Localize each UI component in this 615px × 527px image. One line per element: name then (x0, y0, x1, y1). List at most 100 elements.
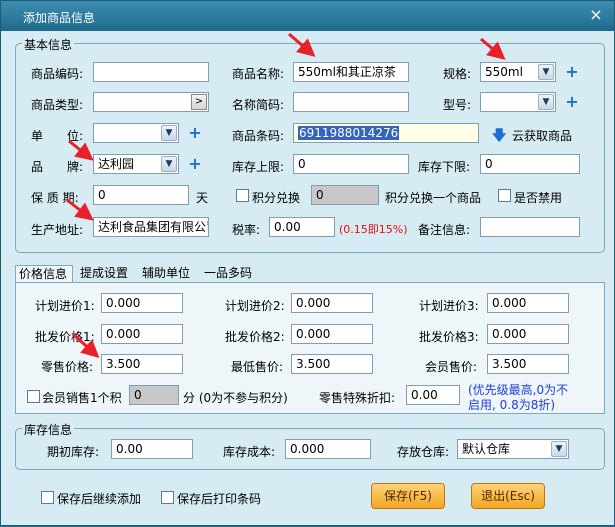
warehouse-select[interactable]: 默认仓库 ▼ (457, 439, 569, 459)
save-button[interactable]: 保存(F5) (371, 483, 445, 509)
spec-label: 规格: (443, 67, 472, 81)
brand-value: 达利园 (98, 157, 135, 171)
spec-select[interactable]: 550ml ▼ (480, 62, 556, 82)
member-price-input[interactable]: 3.500 (487, 354, 569, 374)
points-checkbox[interactable] (236, 189, 249, 202)
short-code-input[interactable] (293, 92, 409, 112)
name-input[interactable]: 550ml和其正凉茶 (293, 62, 409, 82)
shelf-life-unit: 天 (196, 191, 209, 205)
print-barcode-label: 保存后打印条码 (177, 492, 262, 506)
model-select[interactable]: ▼ (480, 92, 556, 112)
chevron-down-icon[interactable]: ▼ (551, 441, 567, 457)
barcode-label: 商品条码: (232, 129, 285, 143)
print-barcode-checkbox[interactable] (161, 491, 174, 504)
tab-multi-code[interactable]: 一品多码 (201, 265, 259, 283)
discount-note-line1: (优先级最高,0为不 (468, 383, 569, 397)
spec-value: 550ml (485, 65, 523, 79)
retail-price-label: 零售价格: (41, 360, 94, 374)
warehouse-label: 存放仓库: (397, 445, 450, 459)
wholesale1-label: 批发价格1: (35, 330, 95, 344)
wholesale3-input[interactable]: 0.000 (487, 324, 569, 344)
stock-cost-input[interactable]: 0.000 (285, 439, 371, 459)
add-model-icon[interactable]: + (565, 94, 579, 110)
member-price-label: 会员售价: (425, 360, 478, 374)
member-points-suffix: 分 (0为不参与积分) (183, 391, 288, 405)
wholesale2-input[interactable]: 0.000 (291, 324, 373, 344)
short-code-label: 名称简码: (232, 98, 285, 112)
chevron-down-icon[interactable]: ▼ (538, 94, 554, 110)
unit-label: 单 位: (31, 129, 84, 143)
dialog-window: 添加商品信息 × 基本信息 商品编码: 商品名称: 550ml和其正凉茶 规格:… (0, 0, 615, 526)
address-input[interactable]: 达利食品集团有限公司 (93, 217, 209, 237)
title-bar: 添加商品信息 × (1, 1, 614, 31)
stock-upper-input[interactable]: 0 (293, 154, 409, 174)
close-icon[interactable]: × (586, 5, 606, 25)
wholesale3-label: 批发价格3: (419, 330, 479, 344)
init-stock-input[interactable]: 0.00 (111, 439, 193, 459)
retail-price-input[interactable]: 3.500 (101, 354, 183, 374)
brand-select[interactable]: 达利园 ▼ (93, 154, 179, 174)
continue-add-label: 保存后继续添加 (57, 492, 142, 506)
unit-select[interactable]: ▼ (93, 123, 179, 143)
add-brand-icon[interactable]: + (188, 156, 202, 172)
member-points-checkbox[interactable] (27, 390, 40, 403)
exit-button[interactable]: 退出(Esc) (471, 483, 545, 509)
points-suffix: 积分兑换一个商品 (385, 191, 482, 205)
type-label: 商品类型: (31, 98, 84, 112)
model-label: 型号: (443, 98, 472, 112)
points-input[interactable]: 0 (311, 185, 379, 205)
continue-add-checkbox[interactable] (41, 491, 54, 504)
barcode-value: 6911988014276 (298, 126, 400, 140)
cloud-fetch-button[interactable]: 🡇 (492, 125, 506, 149)
address-label: 生产地址: (31, 223, 84, 237)
chevron-down-icon[interactable]: ▼ (538, 64, 554, 80)
plan-price2-label: 计划进价2: (225, 299, 285, 313)
add-unit-icon[interactable]: + (188, 125, 202, 141)
points-label: 积分兑换 (252, 191, 301, 205)
plan-price3-input[interactable]: 0.000 (487, 293, 569, 313)
basic-info-title: 基本信息 (22, 36, 75, 53)
barcode-input[interactable]: 6911988014276 (293, 123, 479, 143)
name-label: 商品名称: (232, 67, 285, 81)
disabled-checkbox[interactable] (498, 189, 511, 202)
wholesale2-label: 批发价格2: (225, 330, 285, 344)
code-label: 商品编码: (31, 67, 84, 81)
tab-commission[interactable]: 提成设置 (77, 265, 135, 283)
brand-label: 品 牌: (31, 160, 84, 174)
type-input[interactable]: > (93, 92, 209, 112)
chevron-down-icon[interactable]: ▼ (161, 125, 177, 141)
cloud-fetch-label[interactable]: 云获取商品 (512, 127, 572, 144)
shelf-life-label: 保 质 期: (31, 191, 79, 205)
tax-label: 税率: (232, 223, 261, 237)
tax-input[interactable]: 0.00 (269, 217, 335, 237)
discount-label: 零售特殊折扣: (319, 391, 396, 405)
plan-price2-input[interactable]: 0.000 (291, 293, 373, 313)
discount-input[interactable]: 0.00 (406, 385, 460, 405)
member-points-label: 会员销售1个积 (42, 391, 122, 405)
disabled-label: 是否禁用 (514, 191, 563, 205)
stock-upper-label: 库存上限: (232, 160, 285, 174)
discount-note-line2: 启用, 0.8为8折) (468, 398, 556, 412)
tab-aux-unit[interactable]: 辅助单位 (139, 265, 197, 283)
plan-price1-input[interactable]: 0.000 (101, 293, 183, 313)
remark-label: 备注信息: (418, 223, 471, 237)
remark-input[interactable] (480, 217, 580, 237)
down-arrow-icon: 🡇 (492, 128, 507, 144)
member-points-input[interactable]: 0 (129, 385, 179, 405)
warehouse-value: 默认仓库 (462, 442, 511, 456)
min-price-label: 最低售价: (231, 360, 284, 374)
wholesale1-input[interactable]: 0.000 (101, 324, 183, 344)
stock-lower-input[interactable]: 0 (480, 154, 580, 174)
add-spec-icon[interactable]: + (565, 64, 579, 80)
plan-price3-label: 计划进价3: (419, 299, 479, 313)
stock-lower-label: 库存下限: (418, 160, 471, 174)
chevron-down-icon[interactable]: ▼ (161, 156, 177, 172)
stock-info-title: 库存信息 (22, 421, 75, 438)
tab-price[interactable]: 价格信息 (15, 265, 73, 283)
code-input[interactable] (93, 62, 209, 82)
type-browse-button[interactable]: > (191, 94, 207, 110)
shelf-life-input[interactable]: 0 (93, 185, 189, 205)
window-title: 添加商品信息 (23, 11, 96, 25)
min-price-input[interactable]: 3.500 (291, 354, 373, 374)
init-stock-label: 期初库存: (47, 445, 100, 459)
